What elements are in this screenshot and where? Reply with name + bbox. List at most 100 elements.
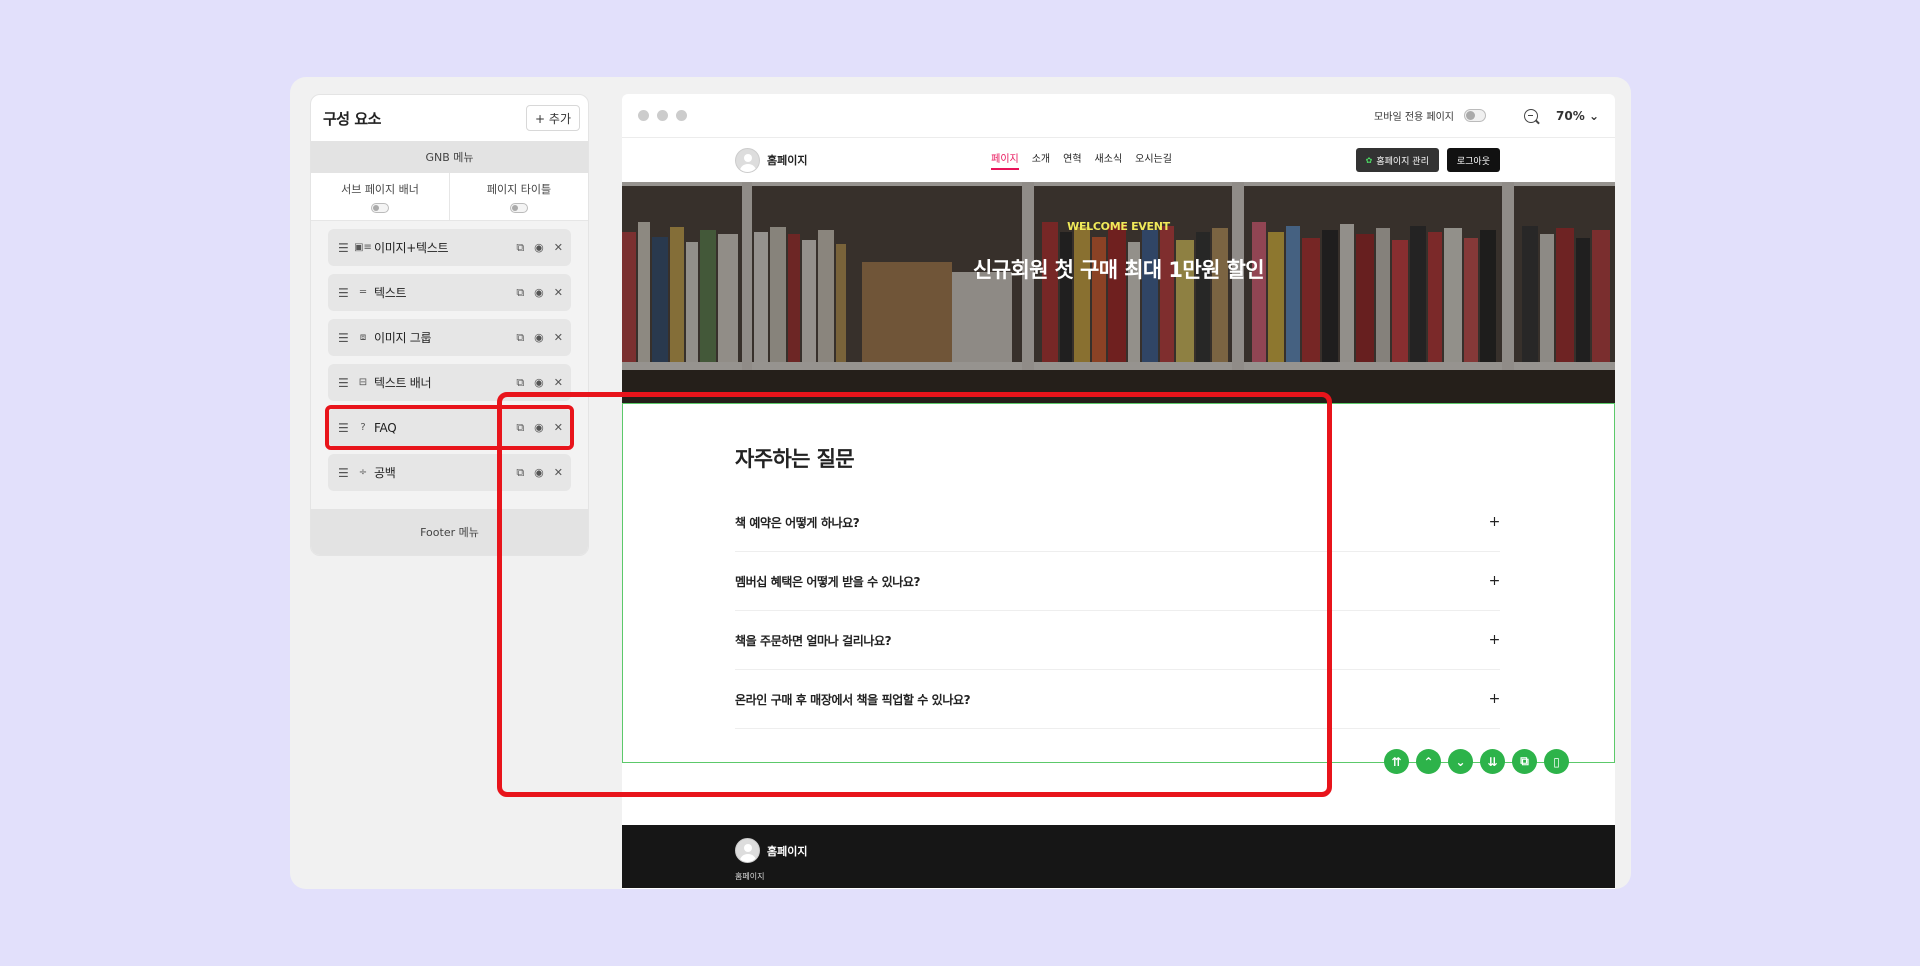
close-icon[interactable]: ✕ xyxy=(554,331,563,345)
add-component-button[interactable]: + 추가 xyxy=(526,105,580,131)
plus-icon[interactable]: + xyxy=(1489,514,1501,530)
zoom-value: 70% xyxy=(1556,108,1585,123)
menu-item-about[interactable]: 소개 xyxy=(1032,150,1050,170)
component-label: 텍스트 배너 xyxy=(374,376,432,390)
editor-card: 구성 요소 + 추가 GNB 메뉴 서브 페이지 배너 페이지 타이틀 ☰ ▣≡… xyxy=(290,77,1631,889)
sub-page-banner-label: 서브 페이지 배너 xyxy=(341,182,419,196)
hero-overlay xyxy=(622,182,1615,403)
component-label: 공백 xyxy=(374,466,396,480)
avatar xyxy=(735,147,760,173)
page-title-label: 페이지 타이틀 xyxy=(486,182,552,196)
plus-icon[interactable]: + xyxy=(1489,573,1501,589)
manage-homepage-button[interactable]: ✿ 홈페이지 관리 xyxy=(1355,148,1439,172)
panel-title: 구성 요소 xyxy=(323,109,381,128)
eye-icon[interactable]: ◉ xyxy=(534,421,544,435)
eye-icon[interactable]: ◉ xyxy=(534,466,544,480)
move-up-icon[interactable]: ⌃ xyxy=(1416,749,1441,774)
zoom-out-icon[interactable] xyxy=(1524,108,1539,123)
logout-button[interactable]: 로그아웃 xyxy=(1446,148,1500,172)
eye-icon[interactable]: ◉ xyxy=(534,376,544,390)
duplicate-icon[interactable]: ⧉ xyxy=(516,466,524,480)
menu-item-page[interactable]: 페이지 xyxy=(991,150,1019,170)
faq-item[interactable]: 온라인 구매 후 매장에서 책을 픽업할 수 있나요? + xyxy=(735,670,1500,729)
site-logo[interactable]: 홈페이지 xyxy=(735,147,808,173)
banner-toggle-row: 서브 페이지 배너 페이지 타이틀 xyxy=(311,173,588,221)
hero-title: 신규회원 첫 구매 최대 1만원 할인 xyxy=(973,258,1265,282)
component-label: 텍스트 xyxy=(374,286,407,300)
duplicate-icon[interactable]: ⧉ xyxy=(516,376,524,390)
image-text-icon: ▣≡ xyxy=(354,242,372,253)
drag-handle-icon[interactable]: ☰ xyxy=(338,331,354,345)
component-item-faq[interactable]: ☰ ? FAQ ⧉ ◉ ✕ xyxy=(325,405,574,450)
zoom-select[interactable]: 70% ⌄ xyxy=(1556,109,1599,123)
gear-icon: ✿ xyxy=(1365,155,1373,165)
drag-handle-icon[interactable]: ☰ xyxy=(338,466,354,480)
menu-item-news[interactable]: 새소식 xyxy=(1095,150,1123,170)
eye-icon[interactable]: ◉ xyxy=(534,331,544,345)
window-dots xyxy=(638,110,687,121)
close-icon[interactable]: ✕ xyxy=(554,376,563,390)
faq-section[interactable]: 자주하는 질문 책 예약은 어떻게 하나요? + 멤버십 혜택은 어떻게 받을 수… xyxy=(622,403,1615,774)
component-label: 이미지+텍스트 xyxy=(374,241,449,255)
faq-item[interactable]: 책을 주문하면 얼마나 걸리나요? + xyxy=(735,611,1500,670)
duplicate-icon[interactable]: ⧉ xyxy=(516,286,524,300)
spacing-icon: ÷ xyxy=(358,467,368,478)
component-label: FAQ xyxy=(374,420,397,435)
gnb-menu-bar[interactable]: GNB 메뉴 xyxy=(311,141,588,173)
drag-handle-icon[interactable]: ☰ xyxy=(338,421,354,435)
mobile-only-toggle[interactable] xyxy=(1464,109,1487,122)
close-icon[interactable]: ✕ xyxy=(554,421,563,435)
sub-page-banner-option: 서브 페이지 배너 xyxy=(311,173,449,220)
close-icon[interactable]: ✕ xyxy=(554,241,563,255)
component-item-image-group[interactable]: ☰ ⧈ 이미지 그룹 ⧉ ◉ ✕ xyxy=(328,319,571,356)
plus-icon[interactable]: + xyxy=(1489,691,1501,707)
drag-handle-icon[interactable]: ☰ xyxy=(338,376,354,390)
menu-item-directions[interactable]: 오시는길 xyxy=(1135,150,1172,170)
component-label: 이미지 그룹 xyxy=(374,331,432,345)
eye-icon[interactable]: ◉ xyxy=(534,241,544,255)
page-title-option: 페이지 타이틀 xyxy=(449,173,588,220)
move-down-icon[interactable]: ⌄ xyxy=(1448,749,1473,774)
footer-subtext: 홈페이지 xyxy=(735,872,765,881)
duplicate-icon[interactable]: ⧉ xyxy=(516,331,524,345)
mobile-only-label: 모바일 전용 페이지 xyxy=(1374,112,1455,123)
faq-item[interactable]: 멤버십 혜택은 어떻게 받을 수 있나요? + xyxy=(735,552,1500,611)
duplicate-icon[interactable]: ⧉ xyxy=(1512,749,1537,774)
drag-handle-icon[interactable]: ☰ xyxy=(338,241,354,255)
faq-icon: ? xyxy=(360,422,366,433)
faq-item[interactable]: 책 예약은 어떻게 하나요? + xyxy=(735,493,1500,552)
move-bottom-icon[interactable]: ⇊ xyxy=(1480,749,1505,774)
hero-eyebrow: WELCOME EVENT xyxy=(1067,220,1170,233)
site-header: 홈페이지 페이지 소개 연혁 새소식 오시는길 ✿ 홈페이지 관리 로그아웃 xyxy=(622,138,1615,182)
faq-question: 온라인 구매 후 매장에서 책을 픽업할 수 있나요? xyxy=(735,692,971,707)
text-icon: ═ xyxy=(359,287,367,298)
faq-title: 자주하는 질문 xyxy=(735,447,855,471)
site-brand: 홈페이지 xyxy=(767,154,808,167)
close-icon[interactable]: ✕ xyxy=(554,286,563,300)
trash-icon[interactable]: ▯ xyxy=(1544,749,1569,774)
sub-page-banner-toggle[interactable] xyxy=(371,202,389,213)
close-icon[interactable]: ✕ xyxy=(554,466,563,480)
text-banner-icon: ⊟ xyxy=(358,377,368,388)
menu-item-history[interactable]: 연혁 xyxy=(1063,150,1081,170)
components-panel: 구성 요소 + 추가 GNB 메뉴 서브 페이지 배너 페이지 타이틀 ☰ ▣≡… xyxy=(310,94,589,556)
component-item-text[interactable]: ☰ ═ 텍스트 ⧉ ◉ ✕ xyxy=(328,274,571,311)
duplicate-icon[interactable]: ⧉ xyxy=(516,421,524,435)
footer-logo[interactable]: 홈페이지 xyxy=(735,838,1500,863)
avatar xyxy=(735,838,760,863)
preview-toolbar: 모바일 전용 페이지 70% ⌄ xyxy=(622,94,1615,138)
page-preview: 모바일 전용 페이지 70% ⌄ 홈페이지 페이지 소개 연혁 새소식 오시는길… xyxy=(622,94,1615,889)
footer-menu-bar[interactable]: Footer 메뉴 xyxy=(311,509,588,555)
component-item-text-banner[interactable]: ☰ ⊟ 텍스트 배너 ⧉ ◉ ✕ xyxy=(328,364,571,401)
duplicate-icon[interactable]: ⧉ xyxy=(516,241,524,255)
eye-icon[interactable]: ◉ xyxy=(534,286,544,300)
section-tools: ⇈ ⌃ ⌄ ⇊ ⧉ ▯ xyxy=(1384,749,1569,774)
component-item-spacing[interactable]: ☰ ÷ 공백 ⧉ ◉ ✕ xyxy=(328,454,571,491)
move-top-icon[interactable]: ⇈ xyxy=(1384,749,1409,774)
component-item-image-text[interactable]: ☰ ▣≡ 이미지+텍스트 ⧉ ◉ ✕ xyxy=(328,229,571,266)
site-menu: 페이지 소개 연혁 새소식 오시는길 xyxy=(991,150,1172,170)
page-title-toggle[interactable] xyxy=(510,202,528,213)
plus-icon[interactable]: + xyxy=(1489,632,1501,648)
drag-handle-icon[interactable]: ☰ xyxy=(338,286,354,300)
chevron-down-icon: ⌄ xyxy=(1588,108,1599,123)
